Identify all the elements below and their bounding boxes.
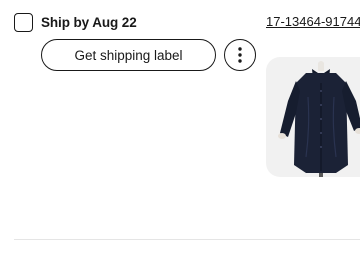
jacket-image	[278, 61, 360, 177]
ship-by-label: Ship by Aug 22	[41, 15, 137, 30]
order-number-link[interactable]: 17-13464-91744	[266, 14, 360, 29]
get-shipping-label-button[interactable]: Get shipping label	[41, 39, 216, 71]
section-divider	[14, 239, 360, 240]
item-thumbnail[interactable]	[266, 57, 360, 177]
more-vertical-icon	[238, 47, 242, 63]
more-actions-button[interactable]	[224, 39, 256, 71]
order-card: Ship by Aug 22 17-13464-91744 Get shippi…	[0, 0, 360, 275]
select-order-checkbox[interactable]	[14, 13, 33, 32]
